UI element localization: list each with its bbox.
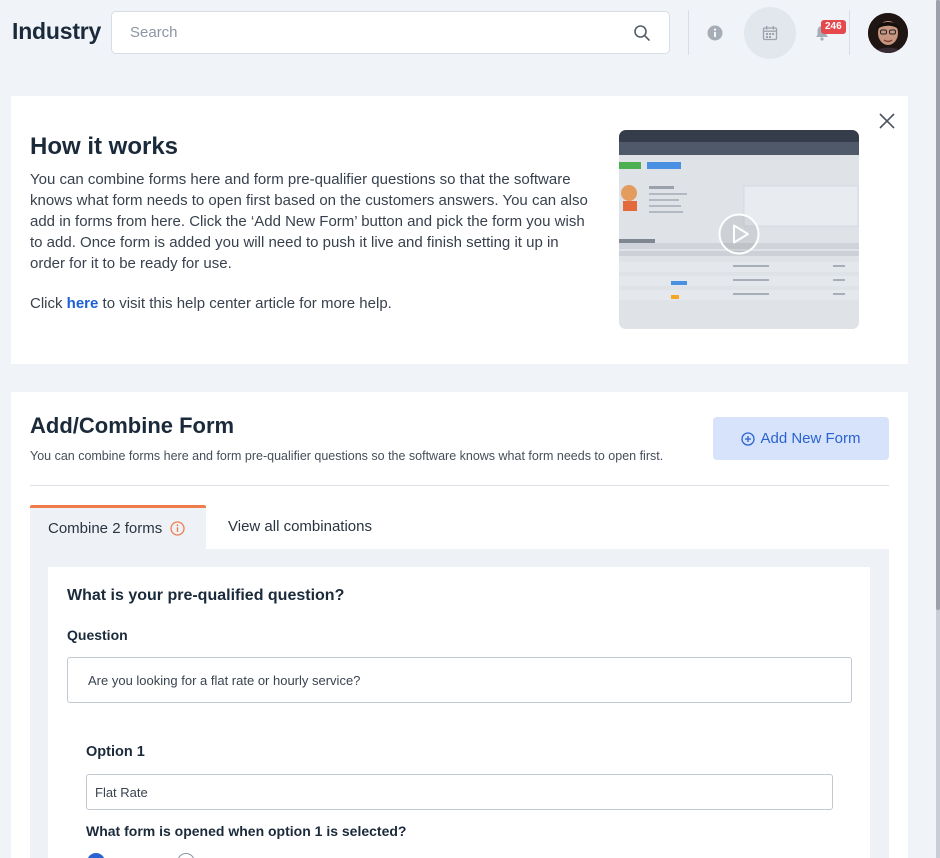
option-1-input[interactable] [86,774,833,810]
add-new-form-label: Add New Form [760,430,861,447]
tab-combine-2-forms[interactable]: Combine 2 forms [30,505,206,549]
user-avatar-icon [868,13,908,53]
search-icon[interactable] [633,24,651,42]
question-form: What is your pre-qualified question? Que… [48,567,870,858]
help-prefix: Click [30,295,63,312]
question-label: Question [67,627,128,643]
search-input[interactable] [130,12,610,53]
how-it-works-title: How it works [30,133,179,160]
info-icon[interactable] [170,521,185,536]
calendar-icon [762,26,778,41]
question-input[interactable] [67,657,852,703]
header-divider [688,10,689,55]
header-divider [849,10,850,55]
search-box[interactable] [111,11,670,54]
option-1-form-question: What form is opened when option 1 is sel… [86,823,407,839]
video-preview-toolbar [619,142,859,155]
radio-unselected[interactable] [177,853,195,858]
notification-badge: 246 [821,20,846,34]
help-text: Click here to visit this help center art… [30,295,392,312]
how-it-works-card: How it works You can combine forms here … [11,96,908,364]
top-bar: Industry 246 [0,0,940,66]
tab-view-all-combinations[interactable]: View all combinations [228,518,372,535]
help-suffix: to visit this help center article for mo… [102,295,392,312]
radio-selected[interactable] [87,853,105,858]
app-title: Industry [12,18,102,44]
scrollbar-thumb[interactable] [936,0,940,610]
close-icon[interactable] [878,112,896,130]
section-divider [30,485,889,486]
tab-label: Combine 2 forms [48,520,163,537]
combine-form-title: Add/Combine Form [30,413,235,438]
video-preview-header [619,130,859,142]
avatar[interactable] [868,13,908,53]
tab-panel: What is your pre-qualified question? Que… [30,549,889,858]
question-title: What is your pre-qualified question? [67,587,345,604]
how-it-works-description: You can combine forms here and form pre-… [30,171,588,272]
option-1-label: Option 1 [86,744,145,760]
combine-form-subtitle: You can combine forms here and form pre-… [30,449,664,463]
info-icon[interactable] [707,25,723,41]
help-link[interactable]: here [67,295,99,312]
add-new-form-button[interactable]: Add New Form [713,417,889,460]
combine-form-card: Add/Combine Form You can combine forms h… [11,392,908,858]
calendar-button[interactable] [744,7,796,59]
plus-circle-icon [741,431,756,446]
play-icon[interactable] [718,213,760,255]
video-thumbnail[interactable] [619,130,859,329]
